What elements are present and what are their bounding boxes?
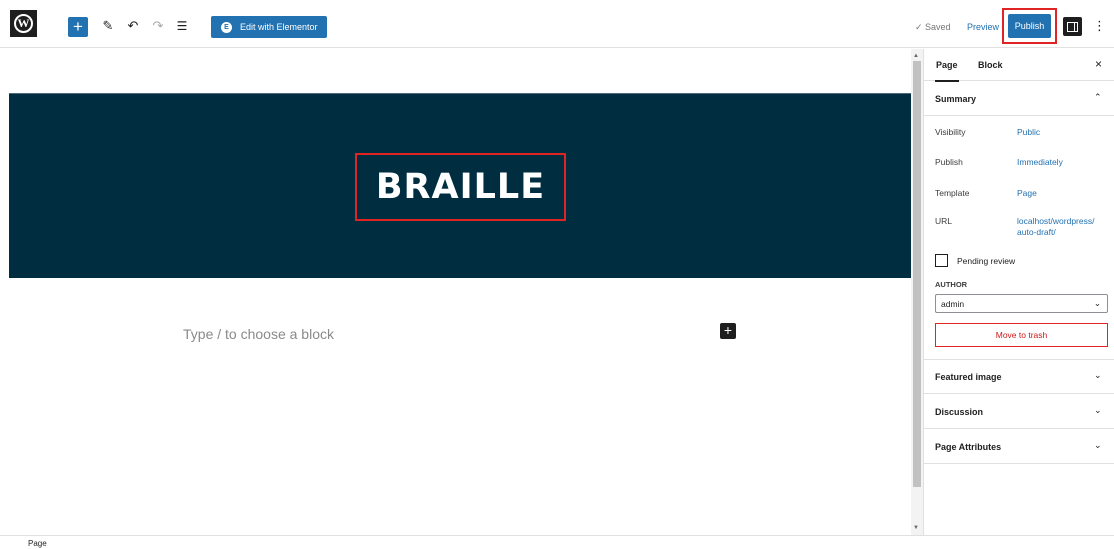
- discussion-title: Discussion: [935, 407, 984, 417]
- wordpress-logo-button[interactable]: W: [10, 10, 37, 37]
- visibility-value-link[interactable]: Public: [1017, 127, 1040, 138]
- chevron-down-icon: ⌄: [1094, 405, 1102, 415]
- publish-button[interactable]: Publish: [1008, 14, 1051, 38]
- featured-image-title: Featured image: [935, 372, 1002, 382]
- sidebar-tabs: Page Block ×: [924, 49, 1114, 82]
- template-value-link[interactable]: Page: [1017, 188, 1037, 199]
- page-title-highlight-box: BRAILLE: [355, 153, 566, 221]
- close-icon[interactable]: ×: [1095, 57, 1102, 71]
- breadcrumb[interactable]: Page: [28, 539, 47, 548]
- editor-canvas[interactable]: BRAILLE Type / to choose a block +: [0, 49, 911, 535]
- tools-button[interactable]: ✎: [99, 17, 117, 35]
- move-to-trash-button[interactable]: Move to trash: [935, 323, 1108, 347]
- undo-button[interactable]: ↶: [124, 17, 142, 35]
- saved-status: ✓ Saved: [915, 22, 951, 32]
- scroll-up-icon[interactable]: ▲: [913, 53, 919, 59]
- page-attributes-title: Page Attributes: [935, 442, 1002, 452]
- summary-panel-header[interactable]: Summary ⌃: [924, 82, 1114, 116]
- pending-review-checkbox[interactable]: [935, 254, 948, 267]
- list-view-icon: ☰: [176, 19, 188, 33]
- visibility-label: Visibility: [935, 127, 966, 137]
- redo-button[interactable]: ↷: [149, 17, 167, 35]
- block-inserter-button[interactable]: +: [68, 17, 88, 37]
- block-placeholder[interactable]: Type / to choose a block: [183, 326, 334, 342]
- chevron-down-icon: ⌄: [1094, 440, 1102, 450]
- hero-cover-block[interactable]: BRAILLE: [9, 93, 911, 278]
- list-view-button[interactable]: ☰: [173, 17, 191, 35]
- chevron-down-icon: ⌄: [1093, 298, 1101, 308]
- template-label: Template: [935, 188, 970, 198]
- page-attributes-panel-header[interactable]: Page Attributes ⌄: [924, 430, 1114, 464]
- editor-header: W + ✎ ↶ ↷ ☰ E Edit with Elementor ✓ Save…: [0, 0, 1114, 48]
- scroll-down-icon[interactable]: ▼: [913, 525, 919, 531]
- url-value-link[interactable]: localhost/wordpress/ auto-draft/: [1017, 216, 1094, 238]
- tab-block[interactable]: Block: [978, 60, 1003, 70]
- preview-button[interactable]: Preview: [967, 22, 999, 32]
- pending-review-label: Pending review: [957, 255, 1016, 266]
- summary-title: Summary: [935, 94, 977, 104]
- page-title[interactable]: BRAILLE: [376, 167, 545, 207]
- redo-icon: ↷: [152, 18, 164, 33]
- settings-toggle-button[interactable]: [1063, 17, 1082, 36]
- featured-image-panel-header[interactable]: Featured image ⌄: [924, 360, 1114, 394]
- scrollbar-thumb[interactable]: [913, 61, 921, 487]
- elementor-icon: E: [221, 21, 232, 33]
- pending-review-option[interactable]: Pending review: [935, 254, 1015, 267]
- author-select-value: admin: [941, 298, 965, 309]
- sidebar-panel-icon: [1067, 21, 1078, 32]
- wordpress-icon: W: [14, 14, 33, 33]
- chevron-up-icon: ⌃: [1094, 92, 1102, 102]
- tab-page[interactable]: Page: [935, 60, 959, 82]
- author-select[interactable]: admin ⌄: [935, 294, 1108, 313]
- kebab-icon: ⋮: [1093, 18, 1106, 33]
- author-label: AUTHOR: [935, 280, 968, 289]
- edit-with-elementor-label: Edit with Elementor: [240, 22, 318, 32]
- discussion-panel-header[interactable]: Discussion ⌄: [924, 395, 1114, 429]
- options-menu-button[interactable]: ⋮: [1093, 18, 1106, 34]
- undo-icon: ↶: [127, 18, 139, 33]
- publish-date-link[interactable]: Immediately: [1017, 157, 1063, 168]
- chevron-down-icon: ⌄: [1094, 370, 1102, 380]
- edit-with-elementor-button[interactable]: E Edit with Elementor: [211, 16, 327, 38]
- add-block-button[interactable]: +: [720, 323, 736, 339]
- publish-highlight-box: Publish: [1002, 8, 1057, 44]
- url-label: URL: [935, 216, 953, 226]
- pencil-icon: ✎: [102, 18, 114, 33]
- status-bar: Page: [0, 535, 1114, 549]
- publish-label: Publish: [935, 157, 963, 167]
- settings-sidebar: Page Block × Summary ⌃ Visibility Public…: [923, 49, 1114, 535]
